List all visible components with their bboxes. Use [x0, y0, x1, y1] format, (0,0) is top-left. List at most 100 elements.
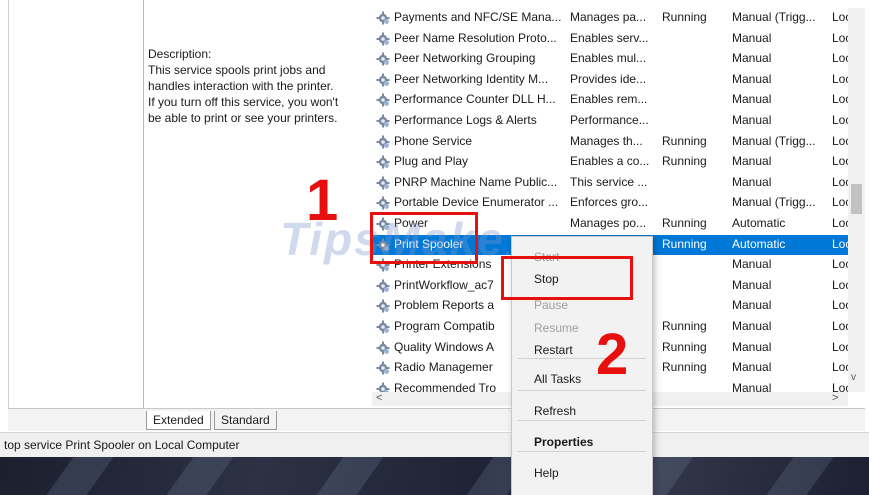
gear-icon — [376, 93, 390, 107]
gear-icon — [376, 196, 390, 210]
gear-icon — [376, 155, 390, 169]
view-tabs: Extended Standard — [8, 408, 865, 431]
service-status: Running — [662, 340, 707, 354]
service-description-cell: Enables a co... — [570, 154, 650, 168]
service-name: Peer Name Resolution Proto... — [394, 31, 557, 45]
service-startup-type: Manual (Trigg... — [732, 195, 816, 209]
service-description-cell: Performance... — [570, 113, 649, 127]
service-logon: Loc — [832, 51, 848, 65]
service-row[interactable]: Peer Networking Identity M... Provides id… — [372, 70, 848, 90]
service-status: Running — [662, 154, 707, 168]
service-logon: Loc — [832, 175, 848, 189]
tab-extended[interactable]: Extended — [146, 411, 211, 430]
service-description-cell: Enables rem... — [570, 92, 648, 106]
service-startup-type: Manual — [732, 31, 772, 45]
services-window: Description: This service spools print j… — [0, 0, 869, 495]
service-row[interactable]: Portable Device Enumerator ... Enforces g… — [372, 193, 848, 213]
tab-standard[interactable]: Standard — [214, 411, 277, 430]
vertical-scrollbar[interactable]: v — [848, 8, 865, 392]
annotation-step-2: 2 — [596, 322, 629, 387]
service-logon: Loc — [832, 257, 848, 271]
gear-icon — [376, 299, 390, 313]
menu-item-all-tasks[interactable]: All Tasks — [512, 367, 652, 391]
service-logon: Loc — [832, 92, 848, 106]
description-line: handles interaction with the printer. — [148, 79, 334, 93]
service-startup-type: Manual — [732, 154, 772, 168]
service-description-cell: Manages po... — [570, 216, 647, 230]
gear-icon — [376, 135, 390, 149]
service-row[interactable]: Peer Name Resolution Proto... Enables ser… — [372, 29, 848, 49]
service-name: Peer Networking Identity M... — [394, 72, 549, 86]
annotation-box-print-spooler — [370, 212, 478, 264]
service-logon: Loc — [832, 360, 848, 374]
service-status: Running — [662, 360, 707, 374]
status-text: top service Print Spooler on Local Compu… — [4, 438, 240, 452]
scroll-thumb[interactable] — [851, 184, 862, 214]
service-description-cell: Enforces gro... — [570, 195, 649, 209]
service-row[interactable]: Plug and Play Enables a co... Running Manua… — [372, 152, 848, 172]
service-logon: Loc — [832, 278, 848, 292]
service-logon: Loc — [832, 10, 848, 24]
gear-icon — [376, 114, 390, 128]
service-startup-type: Manual (Trigg... — [732, 134, 816, 148]
annotation-box-stop — [501, 256, 633, 300]
menu-item-help[interactable]: Help — [512, 461, 652, 485]
service-startup-type: Manual — [732, 298, 772, 312]
service-logon: Loc — [832, 216, 848, 230]
service-startup-type: Manual — [732, 360, 772, 374]
service-row[interactable]: PNRP Machine Name Public... This service … — [372, 173, 848, 193]
gear-icon — [376, 73, 390, 87]
service-row[interactable]: Performance Counter DLL H... Enables rem.… — [372, 90, 848, 110]
service-row[interactable]: Performance Logs & Alerts Performance... M… — [372, 111, 848, 131]
service-description-cell: Manages th... — [570, 134, 643, 148]
service-logon: Loc — [832, 319, 848, 333]
gear-icon — [376, 32, 390, 46]
service-logon: Loc — [832, 31, 848, 45]
menu-item-resume[interactable]: Resume — [512, 316, 652, 340]
service-status: Running — [662, 10, 707, 24]
desktop-background — [0, 457, 869, 495]
service-name: Portable Device Enumerator ... — [394, 195, 559, 209]
gear-icon — [376, 382, 390, 392]
scroll-down-arrow-icon[interactable]: v — [851, 372, 856, 383]
service-status: Running — [662, 134, 707, 148]
service-startup-type: Manual — [732, 381, 772, 392]
service-name: Payments and NFC/SE Mana... — [394, 10, 562, 24]
gear-icon — [376, 11, 390, 25]
description-line: be able to print or see your printers. — [148, 111, 338, 125]
service-startup-type: Manual — [732, 175, 772, 189]
gear-icon — [376, 320, 390, 334]
service-logon: Loc — [832, 72, 848, 86]
service-row[interactable]: Peer Networking Grouping Enables mul... Ma… — [372, 49, 848, 69]
service-description: Description: This service spools print j… — [148, 46, 363, 126]
service-description-cell: Manages pa... — [570, 10, 647, 24]
menu-separator — [518, 390, 646, 391]
service-startup-type: Manual (Trigg... — [732, 10, 816, 24]
service-startup-type: Automatic — [732, 216, 786, 230]
gear-icon — [376, 176, 390, 190]
service-description-cell: Enables mul... — [570, 51, 647, 65]
gear-icon — [376, 361, 390, 375]
service-startup-type: Manual — [732, 113, 772, 127]
menu-separator — [518, 420, 646, 421]
scroll-right-arrow-icon[interactable]: > — [832, 392, 838, 404]
description-line: If you turn off this service, you won't — [148, 95, 339, 109]
service-name: PNRP Machine Name Public... — [394, 175, 558, 189]
scroll-left-arrow-icon[interactable]: < — [376, 392, 382, 404]
service-name: Phone Service — [394, 134, 473, 148]
service-name: Peer Networking Grouping — [394, 51, 536, 65]
service-logon: Loc — [832, 195, 848, 209]
service-row[interactable]: Phone Service Manages th... Running Manual … — [372, 132, 848, 152]
status-bar: top service Print Spooler on Local Compu… — [0, 432, 869, 457]
service-description-cell: Provides ide... — [570, 72, 647, 86]
service-logon: Loc — [832, 134, 848, 148]
service-row[interactable]: Payments and NFC/SE Mana... Manages pa...… — [372, 8, 848, 28]
service-logon: Loc — [832, 381, 848, 392]
service-startup-type: Manual — [732, 319, 772, 333]
service-name: Performance Counter DLL H... — [394, 92, 556, 106]
service-logon: Loc — [832, 113, 848, 127]
service-startup-type: Manual — [732, 340, 772, 354]
description-heading: Description: — [148, 47, 212, 61]
left-pane — [8, 0, 144, 408]
service-description-cell: This service ... — [570, 175, 648, 189]
